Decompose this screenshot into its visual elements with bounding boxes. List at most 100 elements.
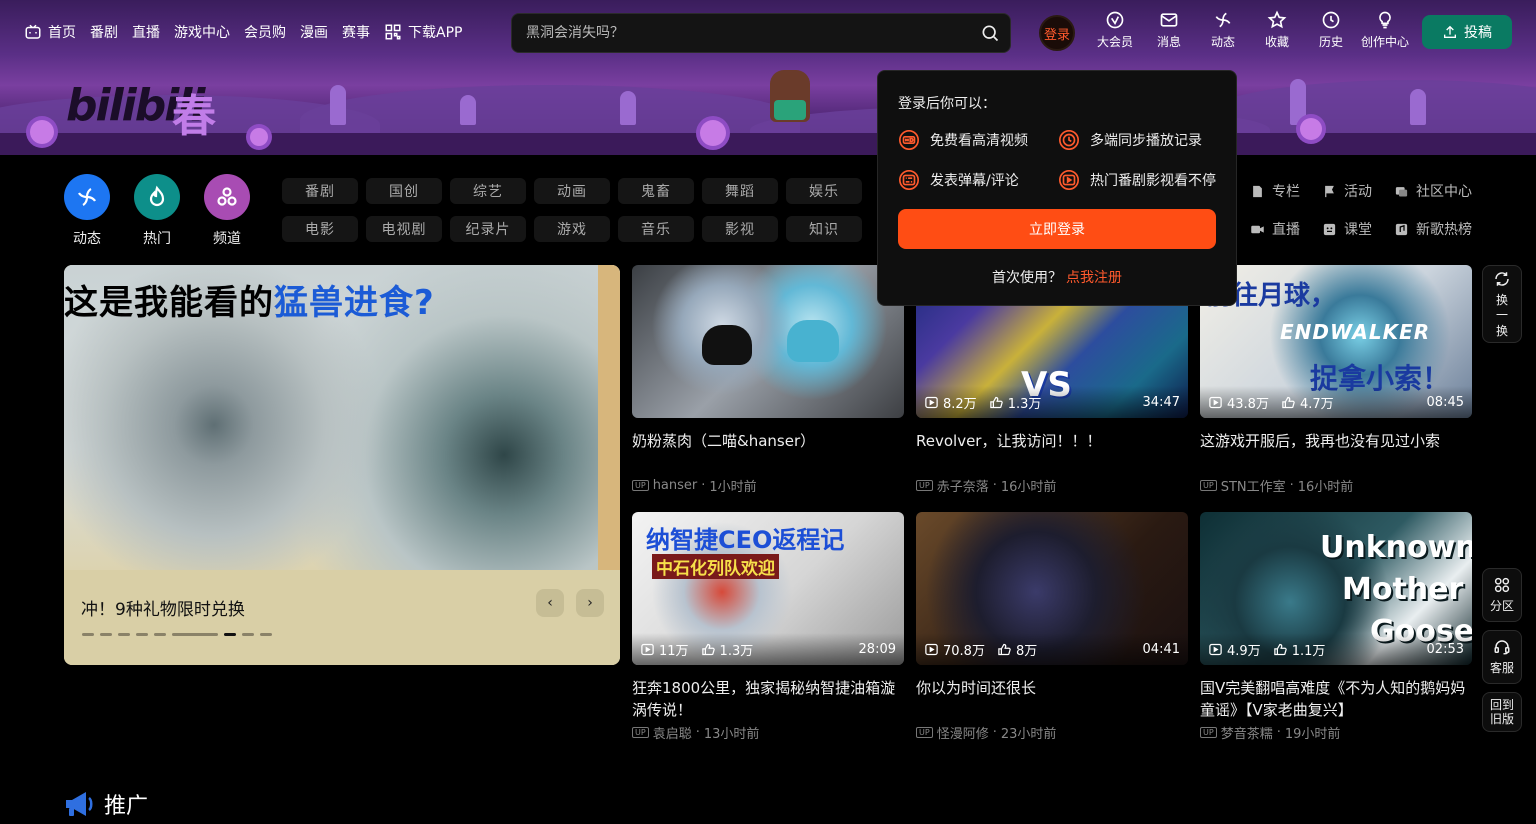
nav-live-label: 直播 [132,25,160,41]
chip-variety[interactable]: 综艺 [450,178,526,204]
nav-download-app[interactable]: 下载APP [384,20,470,44]
chip-kichiku[interactable]: 鬼畜 [618,178,694,204]
video-thumbnail[interactable]: 前往月球， ENDWALKER 捉拿小索！ 43.8万 4.7万 08:45 [1200,265,1472,418]
video-title[interactable]: 国V完美翻唱高难度《不为人知的鹅妈妈童谣》【V家老曲复兴】 [1200,677,1472,721]
chip-anime[interactable]: 番剧 [282,178,358,204]
chip-film[interactable]: 影视 [702,216,778,242]
carousel-caption[interactable]: 冲！9种礼物限时兑换 [81,595,245,620]
carousel-dot[interactable] [118,633,130,636]
carousel-dot[interactable] [260,633,272,636]
login-avatar-button[interactable]: 登录 [1039,15,1075,51]
chip-tv-drama[interactable]: 电视剧 [366,216,442,242]
video-author[interactable]: hanser [653,478,698,493]
video-title[interactable]: 这游戏开服后，我再也没有见过小索 [1200,430,1472,474]
nav-big-vip[interactable]: 大会员 [1088,10,1142,50]
refresh-button[interactable]: 换 一 换 [1482,265,1522,343]
nav-creator-center[interactable]: 创作中心 [1358,10,1412,50]
channel-channels[interactable]: 频道 [204,174,250,248]
link-column[interactable]: 专栏 [1250,181,1300,201]
carousel-dot[interactable] [82,633,94,636]
chip-entertainment[interactable]: 娱乐 [786,178,862,204]
refresh-label-2: 一 [1495,307,1508,322]
video-title[interactable]: 奶粉蒸肉（二喵&hanser） [632,430,904,474]
register-link[interactable]: 点我注册 [1066,270,1122,286]
carousel-dot[interactable] [242,633,254,636]
customer-service-label: 客服 [1489,661,1514,675]
channel-hot[interactable]: 热门 [134,174,180,248]
video-author[interactable]: 袁启聪 [653,723,692,742]
carousel-prev-button[interactable]: ‹ [536,589,564,617]
upload-button[interactable]: 投稿 [1422,15,1512,49]
video-thumbnail[interactable]: 70.8万 8万 04:41 [916,512,1188,665]
carousel-dot[interactable] [136,633,148,636]
nav-game-center[interactable]: 游戏中心 [174,20,238,44]
banner-tree [330,85,346,125]
carousel-dot[interactable] [154,633,166,636]
like-count: 1.1万 [1273,640,1325,659]
link-activity[interactable]: 活动 [1322,181,1372,201]
link-new-songs[interactable]: 新歌热榜 [1394,219,1472,239]
video-card[interactable]: 纳智捷CEO返程记 中石化列队欢迎 11万 1.3万 28:09 狂奔1800公… [632,512,904,742]
nav-favorites[interactable]: 收藏 [1250,10,1304,50]
like-count-value: 4.7万 [1299,396,1334,412]
video-author[interactable]: 怪漫阿修 [937,723,989,742]
carousel-next-button[interactable]: › [576,589,604,617]
nav-dynamics[interactable]: 动态 [1196,10,1250,50]
video-author[interactable]: 梦音茶糯 [1221,723,1273,742]
video-thumbnail[interactable] [632,265,904,418]
video-title[interactable]: 你以为时间还很长 [916,677,1188,721]
link-live[interactable]: 直播 [1250,219,1300,239]
qr-grid-icon [385,24,401,40]
old-version-button[interactable]: 回到旧版 [1482,692,1522,732]
nav-vip-shop-label: 会员购 [244,25,286,41]
login-now-button[interactable]: 立即登录 [898,209,1216,249]
chip-guochuang[interactable]: 国创 [366,178,442,204]
carousel[interactable]: 这是我能看的猛兽进食? 冲！9种礼物限时兑换 ‹ › [64,265,620,665]
link-classroom[interactable]: 课堂 [1322,219,1372,239]
nav-history[interactable]: 历史 [1304,10,1358,50]
nav-favorites-label: 收藏 [1264,35,1289,49]
chip-dance[interactable]: 舞蹈 [702,178,778,204]
nav-anime[interactable]: 番剧 [90,20,126,44]
video-thumbnail[interactable]: Unknown Mother Goose 4.9万 1.1万 02:53 [1200,512,1472,665]
nav-live[interactable]: 直播 [132,20,168,44]
video-duration: 04:41 [1142,641,1180,657]
video-card[interactable]: 前往月球， ENDWALKER 捉拿小索！ 43.8万 4.7万 08:45 这… [1200,265,1472,495]
search-input[interactable] [512,25,970,41]
link-community[interactable]: 社区中心 [1394,181,1472,201]
carousel-image[interactable]: 这是我能看的猛兽进食? [64,265,620,570]
video-card[interactable]: Unknown Mother Goose 4.9万 1.1万 02:53 国V完… [1200,512,1472,742]
nav-messages[interactable]: 消息 [1142,10,1196,50]
nav-vip-shop[interactable]: 会员购 [244,20,294,44]
chip-documentary[interactable]: 纪录片 [450,216,526,242]
video-title[interactable]: Revolver，让我访问！！！ [916,430,1188,474]
carousel-dot[interactable] [100,633,112,636]
video-thumbnail[interactable]: 纳智捷CEO返程记 中石化列队欢迎 11万 1.3万 28:09 [632,512,904,665]
video-stats: 11万 1.3万 28:09 [632,633,904,665]
nav-esports[interactable]: 赛事 [342,20,378,44]
nav-home[interactable]: 首页 [24,20,84,44]
channel-dynamics[interactable]: 动态 [64,174,110,248]
refresh-icon [1495,271,1509,286]
search-button[interactable] [970,13,1010,53]
chip-movie[interactable]: 电影 [282,216,358,242]
section-button[interactable]: 分区 [1482,568,1522,622]
windmill-icon [78,188,96,206]
link-community-label: 社区中心 [1416,184,1472,200]
nav-comics[interactable]: 漫画 [300,20,336,44]
nav-game-center-label: 游戏中心 [174,25,230,41]
chip-game[interactable]: 游戏 [534,216,610,242]
carousel-dot[interactable] [172,633,218,636]
customer-service-button[interactable]: 客服 [1482,630,1522,684]
chip-knowledge[interactable]: 知识 [786,216,862,242]
up-badge-icon: UP [632,480,649,491]
chip-music[interactable]: 音乐 [618,216,694,242]
video-title[interactable]: 狂奔1800公里，独家揭秘纳智捷油箱漩涡传说！ [632,677,904,721]
video-author[interactable]: 赤子奈落 [937,476,989,495]
video-card[interactable]: 70.8万 8万 04:41 你以为时间还很长 UP 怪漫阿修 · 23小时前 [916,512,1188,742]
video-author[interactable]: STN工作室 [1221,476,1286,495]
carousel-dot-active[interactable] [224,633,236,636]
chip-animation[interactable]: 动画 [534,178,610,204]
video-card[interactable]: 奶粉蒸肉（二喵&hanser） UP hanser · 1小时前 [632,265,904,495]
play-count-icon [925,396,938,408]
